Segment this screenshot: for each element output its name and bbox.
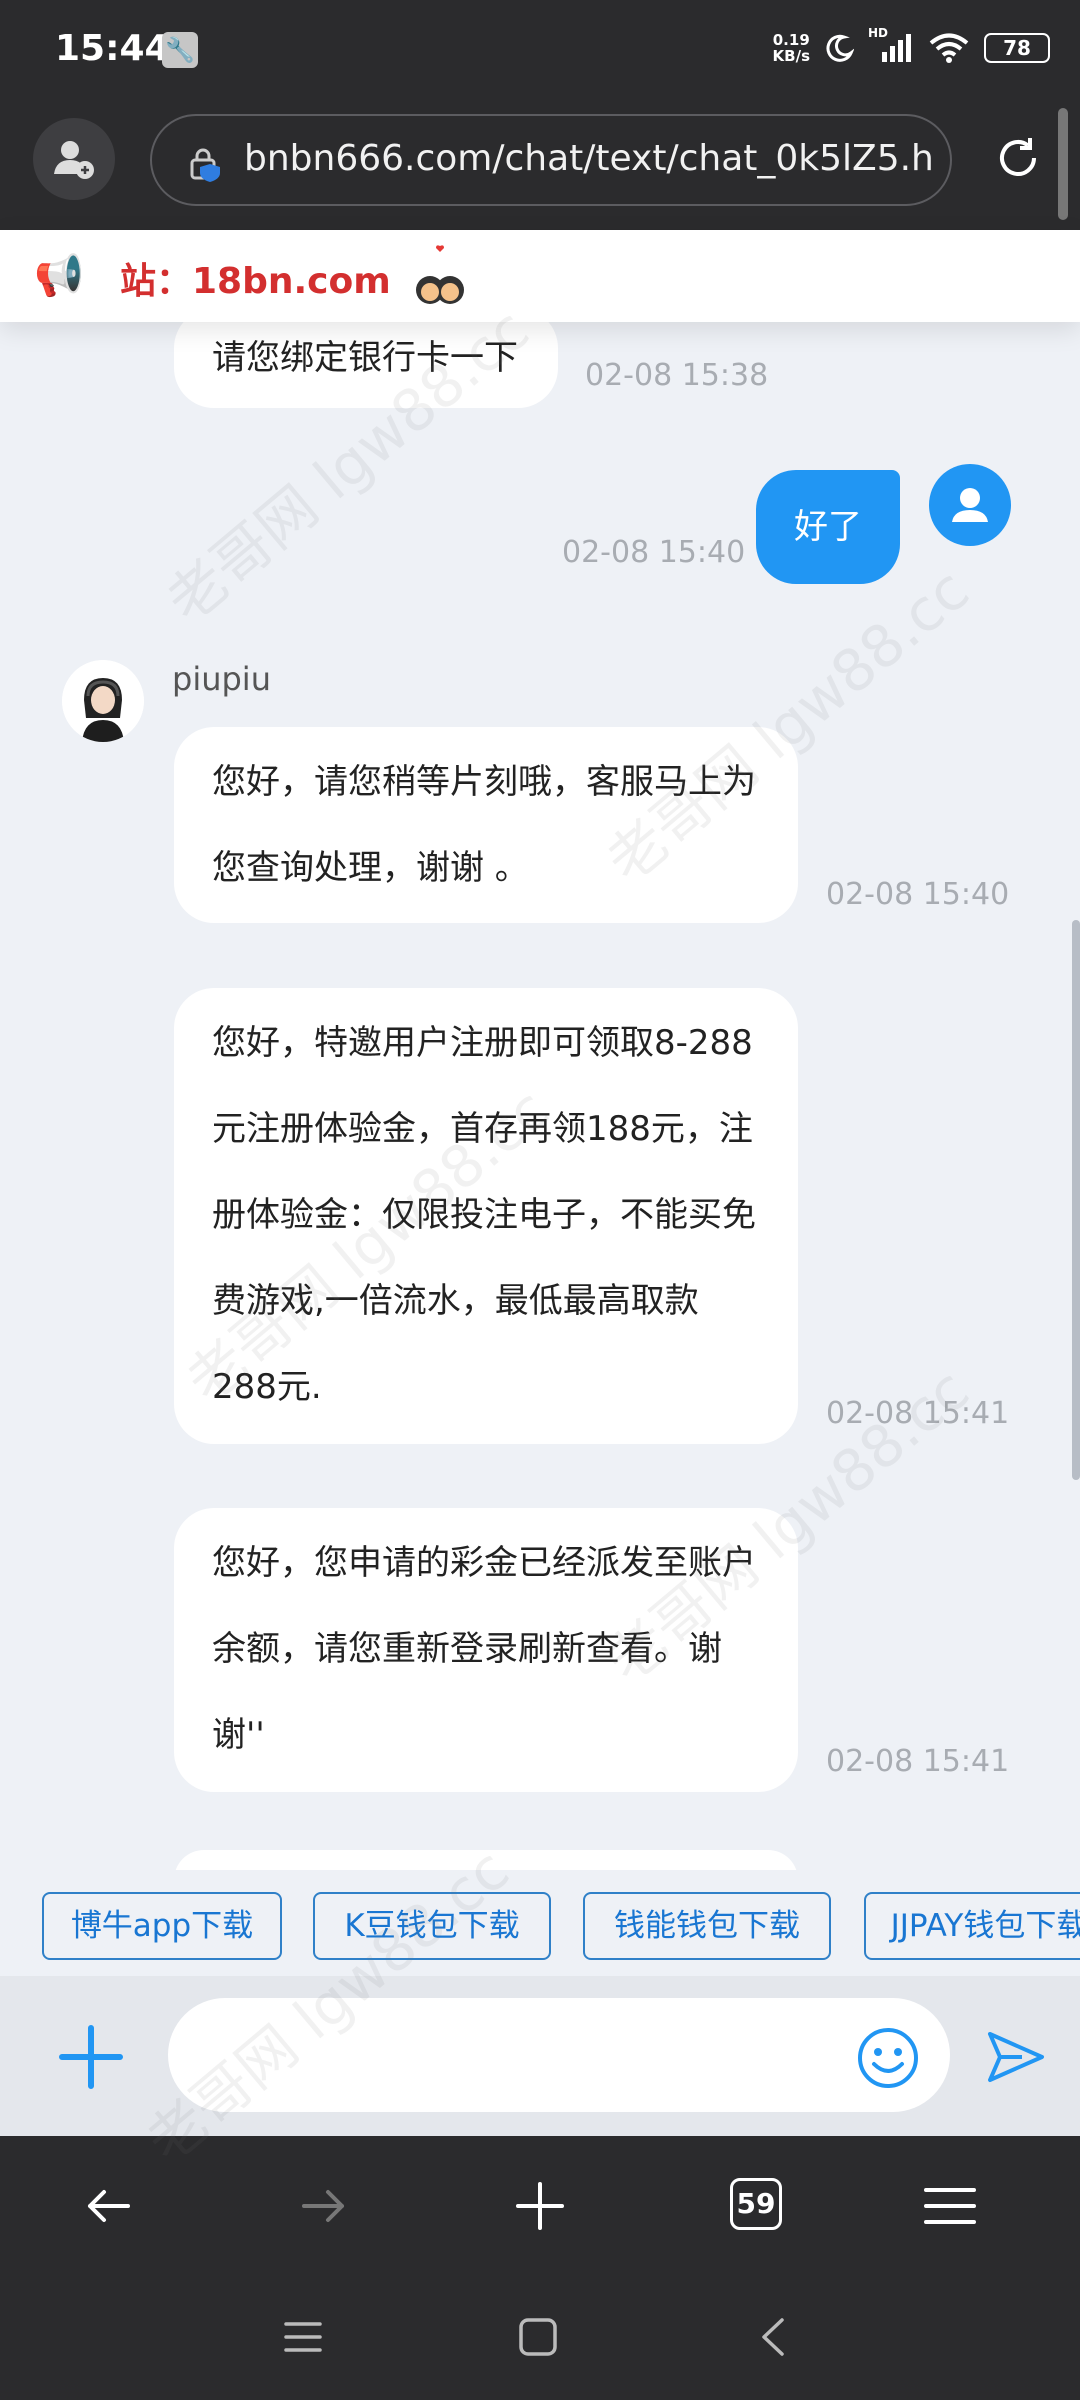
message-bubble: 您好，您申请的彩金已经派发至账户余额，请您重新登录刷新查看。谢谢'' [174, 1508, 798, 1792]
browser-toolbar: bnbn666.com/chat/text/chat_0k5lZ5.htm [0, 100, 1080, 230]
plus-icon[interactable] [58, 2024, 124, 2090]
quick-link-kdou-wallet[interactable]: K豆钱包下载 [313, 1892, 551, 1960]
wrench-icon: 🔧 [162, 32, 198, 68]
message-text: 您好，请您稍等片刻哦，客服马上为您查询处理，谢谢 。 [212, 762, 756, 888]
home-square-icon[interactable] [515, 2314, 561, 2360]
emoji-icon[interactable] [856, 2026, 920, 2090]
system-back-icon[interactable] [752, 2314, 798, 2360]
incognito-user-icon [54, 141, 94, 179]
message-bubble-partial [174, 1850, 798, 1870]
net-speed-value: 0.19 [772, 31, 810, 49]
banner-text: 站：18bn.com [120, 261, 391, 302]
chat-scrollbar[interactable] [1072, 920, 1080, 1480]
agent-avatar [62, 660, 144, 742]
message-time: 02-08 15:40 [826, 877, 1010, 912]
page-scroll-indicator [1058, 108, 1068, 220]
menu-icon[interactable] [920, 2176, 980, 2236]
signal-icon: HD [868, 26, 914, 64]
tab-count-button[interactable]: 59 [730, 2178, 782, 2230]
quick-links-bar: 博牛app下载 K豆钱包下载 钱能钱包下载 JJPAY钱包下载 [0, 1870, 1080, 1976]
message-bubble: 请您绑定银行卡一下 [174, 308, 558, 408]
browser-nav-bar: 59 [0, 2136, 1080, 2276]
message-text: 请您绑定银行卡一下 [212, 338, 518, 378]
message-bubble: 您好，请您稍等片刻哦，客服马上为您查询处理，谢谢 。 [174, 727, 798, 923]
net-speed: 0.19 KB/s [773, 32, 810, 64]
announcement-banner[interactable]: 📢 站：18bn.com [0, 230, 1080, 322]
message-time: 02-08 15:38 [585, 358, 769, 393]
agent-name: piupiu [172, 660, 271, 698]
forward-arrow-icon[interactable] [294, 2176, 354, 2236]
back-arrow-icon[interactable] [78, 2176, 138, 2236]
message-text: 您好，您申请的彩金已经派发至账户余额，请您重新登录刷新查看。谢谢'' [212, 1543, 756, 1755]
user-message-bubble: 好了 [756, 470, 900, 584]
chat-area[interactable]: 请您绑定银行卡一下 02-08 15:38 02-08 15:40 好了 piu… [0, 230, 1080, 1870]
megaphone-icon: 📢 [34, 253, 84, 299]
status-icons: 0.19 KB/s HD 78 [773, 26, 1050, 64]
message-input-bar [0, 1976, 1080, 2136]
user-icon [952, 488, 988, 522]
agent-avatar-icon [62, 660, 144, 742]
battery-indicator: 78 [984, 33, 1050, 63]
recent-apps-icon[interactable] [280, 2314, 326, 2360]
status-time: 15:44 [55, 28, 170, 69]
user-avatar [929, 464, 1011, 546]
wifi-icon [929, 33, 969, 63]
send-icon[interactable] [984, 2026, 1046, 2088]
message-text: 好了 [794, 507, 862, 547]
message-input[interactable] [168, 1998, 950, 2112]
quick-link-qianneng-wallet[interactable]: 钱能钱包下载 [583, 1892, 831, 1960]
quick-link-jjpay-wallet[interactable]: JJPAY钱包下载 [864, 1892, 1080, 1960]
hd-label: HD [868, 26, 889, 40]
status-bar: 15:44 🔧 0.19 KB/s HD 78 [0, 0, 1080, 100]
message-bubble: 您好，特邀用户注册即可领取8-288元注册体验金，首存再领188元，注册体验金：… [174, 988, 798, 1444]
address-bar[interactable]: bnbn666.com/chat/text/chat_0k5lZ5.htm [150, 114, 952, 206]
site-security-icon [190, 148, 220, 182]
new-tab-plus-icon[interactable] [510, 2176, 570, 2236]
message-time: 02-08 15:41 [826, 1744, 1010, 1779]
moon-icon [826, 34, 854, 62]
message-text: 您好，特邀用户注册即可领取8-288元注册体验金，首存再领188元，注册体验金：… [212, 1023, 756, 1407]
net-speed-unit: KB/s [772, 47, 810, 65]
system-nav-bar [0, 2276, 1080, 2400]
profile-button[interactable] [33, 118, 115, 200]
message-time: 02-08 15:40 [562, 535, 746, 570]
reload-icon[interactable] [990, 130, 1046, 186]
url-text: bnbn666.com/chat/text/chat_0k5lZ5.htm [244, 138, 934, 179]
quick-link-boniu-app[interactable]: 博牛app下载 [42, 1892, 282, 1960]
cartoon-decoration-icon [416, 245, 464, 304]
message-time: 02-08 15:41 [826, 1396, 1010, 1431]
